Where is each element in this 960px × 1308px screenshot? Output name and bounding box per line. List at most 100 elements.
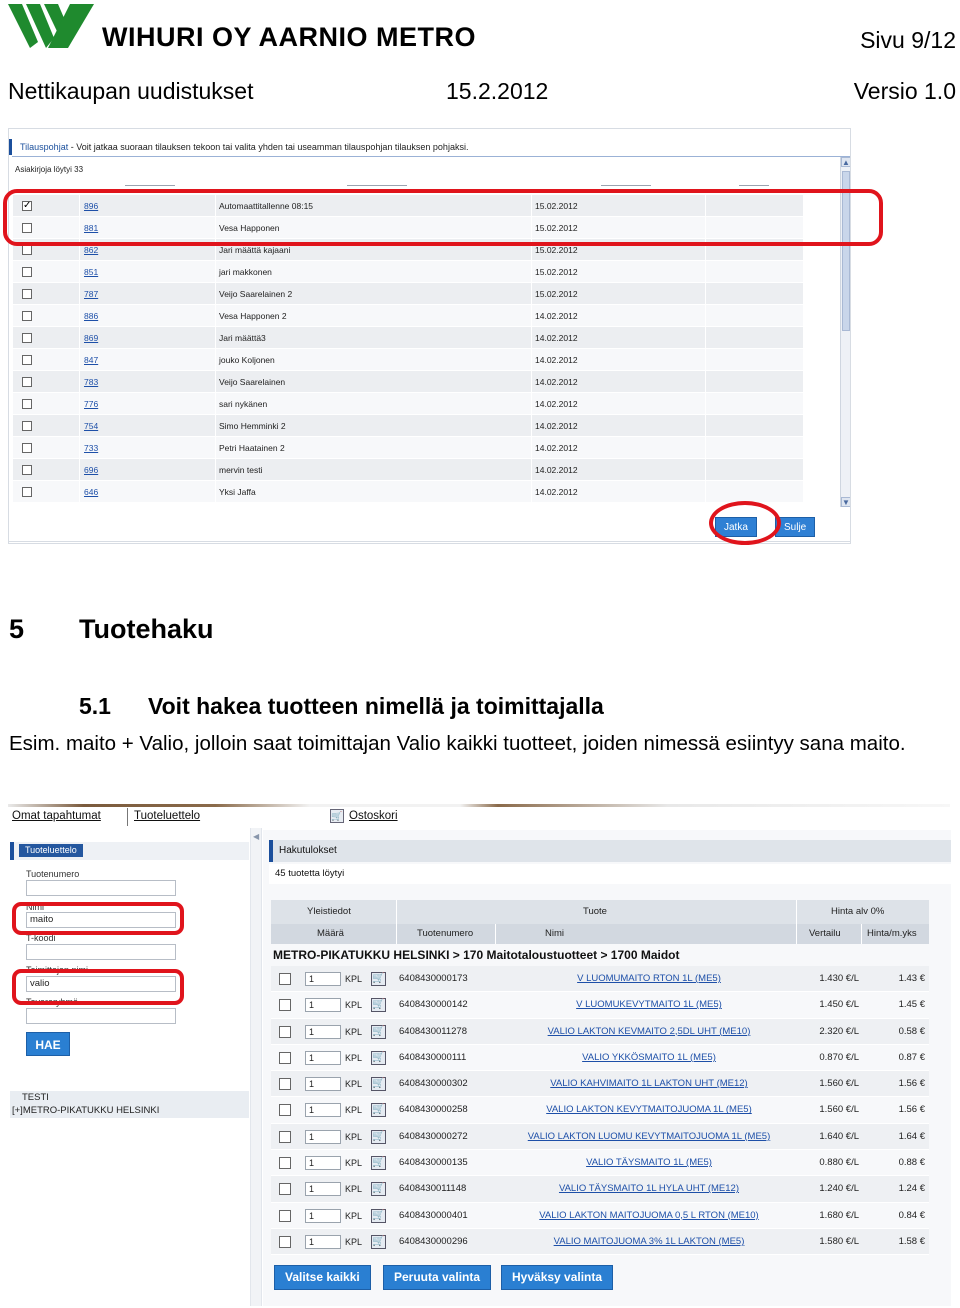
accept-selection-button[interactable]: Hyväksy valinta [501, 1265, 614, 1290]
product-checkbox[interactable] [279, 1130, 291, 1143]
column-qty[interactable]: Määrä [317, 924, 344, 944]
quantity-input[interactable]: 1 [305, 1234, 341, 1249]
quantity-input[interactable]: 1 [305, 1208, 341, 1223]
product-name-link[interactable]: VALIO LAKTON MAITOJUOMA 0,5 L RTON (ME10… [499, 1203, 799, 1229]
tab-own-events[interactable]: Omat tapahtumat [12, 810, 101, 822]
row-checkbox[interactable] [22, 465, 32, 475]
panel-splitter[interactable]: ◀ [250, 828, 262, 1306]
add-to-cart-icon[interactable]: 🛒 [371, 1234, 386, 1249]
column-unit-price[interactable]: Hinta/m.yks [867, 924, 917, 944]
add-to-cart-icon[interactable]: 🛒 [371, 1103, 386, 1118]
row-checkbox[interactable] [22, 311, 32, 321]
column-name[interactable]: Nimi [545, 924, 564, 944]
product-name-link[interactable]: VALIO MAITOJUOMA 3% 1L LAKTON (ME5) [499, 1229, 799, 1255]
quantity-input[interactable]: 1 [305, 972, 341, 986]
product-name-link[interactable]: VALIO TÄYSMAITO 1L (ME5) [499, 1150, 799, 1176]
template-row[interactable]: 787 Veijo Saarelainen 2 15.02.2012 [13, 283, 803, 305]
shopping-cart-icon[interactable]: 🛒 [330, 809, 344, 823]
row-checkbox[interactable] [22, 377, 32, 387]
template-number-link[interactable]: 847 [84, 349, 98, 371]
product-checkbox[interactable] [279, 1209, 291, 1222]
row-checkbox[interactable] [22, 333, 32, 343]
product-checkbox[interactable] [279, 1104, 291, 1117]
scroll-up-icon[interactable]: ▲ [841, 157, 850, 167]
add-to-cart-icon[interactable]: 🛒 [371, 1129, 386, 1144]
template-number-link[interactable]: 646 [84, 481, 98, 503]
add-to-cart-icon[interactable]: 🛒 [371, 1208, 386, 1223]
product-name-link[interactable]: VALIO TÄYSMAITO 1L HYLA UHT (ME12) [499, 1176, 799, 1202]
quantity-input[interactable]: 1 [305, 1103, 341, 1118]
row-checkbox[interactable] [22, 399, 32, 409]
add-to-cart-icon[interactable]: 🛒 [371, 998, 386, 1013]
add-to-cart-icon[interactable]: 🛒 [371, 1182, 386, 1197]
product-checkbox[interactable] [279, 1157, 291, 1170]
template-row[interactable]: 869 Jari määttä3 14.02.2012 [13, 327, 803, 349]
template-row[interactable]: 754 Simo Hemminki 2 14.02.2012 [13, 415, 803, 437]
row-checkbox[interactable] [22, 355, 32, 365]
quantity-input[interactable]: 1 [305, 1050, 341, 1065]
template-number-link[interactable]: 754 [84, 415, 98, 437]
template-row[interactable]: 851 jari makkonen 15.02.2012 [13, 261, 803, 283]
column-compare-price[interactable]: Vertailu [809, 924, 841, 944]
product-number-input[interactable] [26, 880, 176, 896]
product-name-link[interactable]: VALIO LAKTON LUOMU KEVYTMAITOJUOMA 1L (M… [499, 1124, 799, 1150]
tab-product-catalog[interactable]: Tuoteluettelo [134, 810, 200, 822]
template-row[interactable]: 696 mervin testi 14.02.2012 [13, 459, 803, 481]
template-number-link[interactable]: 869 [84, 327, 98, 349]
product-name-link[interactable]: V LUOMUKEVYTMAITO 1L (ME5) [499, 992, 799, 1018]
product-checkbox[interactable] [279, 1051, 291, 1064]
tab-shopping-cart[interactable]: Ostoskori [349, 810, 398, 822]
template-number-link[interactable]: 886 [84, 305, 98, 327]
product-name-link[interactable]: VALIO YKKÖSMAITO 1L (ME5) [499, 1045, 799, 1071]
add-to-cart-icon[interactable]: 🛒 [371, 972, 386, 986]
product-name-link[interactable]: VALIO KAHVIMAITO 1L LAKTON UHT (ME12) [499, 1071, 799, 1097]
quantity-input[interactable]: 1 [305, 1024, 341, 1039]
select-all-button[interactable]: Valitse kaikki [274, 1265, 371, 1290]
template-row[interactable]: 847 jouko Koljonen 14.02.2012 [13, 349, 803, 371]
quantity-input[interactable]: 1 [305, 1182, 341, 1197]
template-number-link[interactable]: 733 [84, 437, 98, 459]
product-group-input[interactable] [26, 1008, 176, 1024]
row-checkbox[interactable] [22, 267, 32, 277]
quantity-input[interactable]: 1 [305, 1077, 341, 1092]
product-checkbox[interactable] [279, 973, 291, 985]
product-name-link[interactable]: VALIO LAKTON KEVMAITO 2,5DL UHT (ME10) [499, 1019, 799, 1045]
search-button[interactable]: HAE [26, 1032, 70, 1056]
quantity-input[interactable]: 1 [305, 1129, 341, 1144]
add-to-cart-icon[interactable]: 🛒 [371, 1024, 386, 1039]
template-number-link[interactable]: 776 [84, 393, 98, 415]
close-button[interactable]: Sulje [775, 517, 816, 537]
product-checkbox[interactable] [279, 1235, 291, 1248]
product-checkbox[interactable] [279, 999, 291, 1012]
quantity-input[interactable]: 1 [305, 998, 341, 1013]
cancel-selection-button[interactable]: Peruuta valinta [383, 1265, 492, 1290]
template-number-link[interactable]: 787 [84, 283, 98, 305]
product-checkbox[interactable] [279, 1025, 291, 1038]
product-checkbox[interactable] [279, 1078, 291, 1091]
add-to-cart-icon[interactable]: 🛒 [371, 1156, 386, 1171]
collapse-icon[interactable]: ◀ [253, 832, 259, 841]
row-checkbox[interactable] [22, 421, 32, 431]
tree-child-item[interactable]: [+]METRO-PIKATUKKU HELSINKI [10, 1104, 249, 1117]
row-checkbox[interactable] [22, 487, 32, 497]
product-name-link[interactable]: VALIO LAKTON KEVYTMAITOJUOMA 1L (ME5) [499, 1097, 799, 1123]
quantity-input[interactable]: 1 [305, 1156, 341, 1171]
template-number-link[interactable]: 696 [84, 459, 98, 481]
product-checkbox[interactable] [279, 1183, 291, 1196]
add-to-cart-icon[interactable]: 🛒 [371, 1050, 386, 1065]
row-checkbox[interactable] [22, 289, 32, 299]
template-row[interactable]: 776 sari nykänen 14.02.2012 [13, 393, 803, 415]
template-row[interactable]: 783 Veijo Saarelainen 14.02.2012 [13, 371, 803, 393]
tree-root-item[interactable]: TESTI [10, 1091, 249, 1104]
template-row[interactable]: 886 Vesa Happonen 2 14.02.2012 [13, 305, 803, 327]
column-product-number[interactable]: Tuotenumero [417, 924, 473, 944]
scroll-down-icon[interactable]: ▼ [841, 497, 850, 507]
template-number-link[interactable]: 851 [84, 261, 98, 283]
product-name-link[interactable]: V LUOMUMAITO RTON 1L (ME5) [499, 966, 799, 992]
row-checkbox[interactable] [22, 245, 32, 255]
row-checkbox[interactable] [22, 443, 32, 453]
template-row[interactable]: 646 Yksi Jaffa 14.02.2012 [13, 481, 803, 503]
template-number-link[interactable]: 783 [84, 371, 98, 393]
tkoodi-input[interactable] [26, 944, 176, 960]
template-row[interactable]: 733 Petri Haatainen 2 14.02.2012 [13, 437, 803, 459]
